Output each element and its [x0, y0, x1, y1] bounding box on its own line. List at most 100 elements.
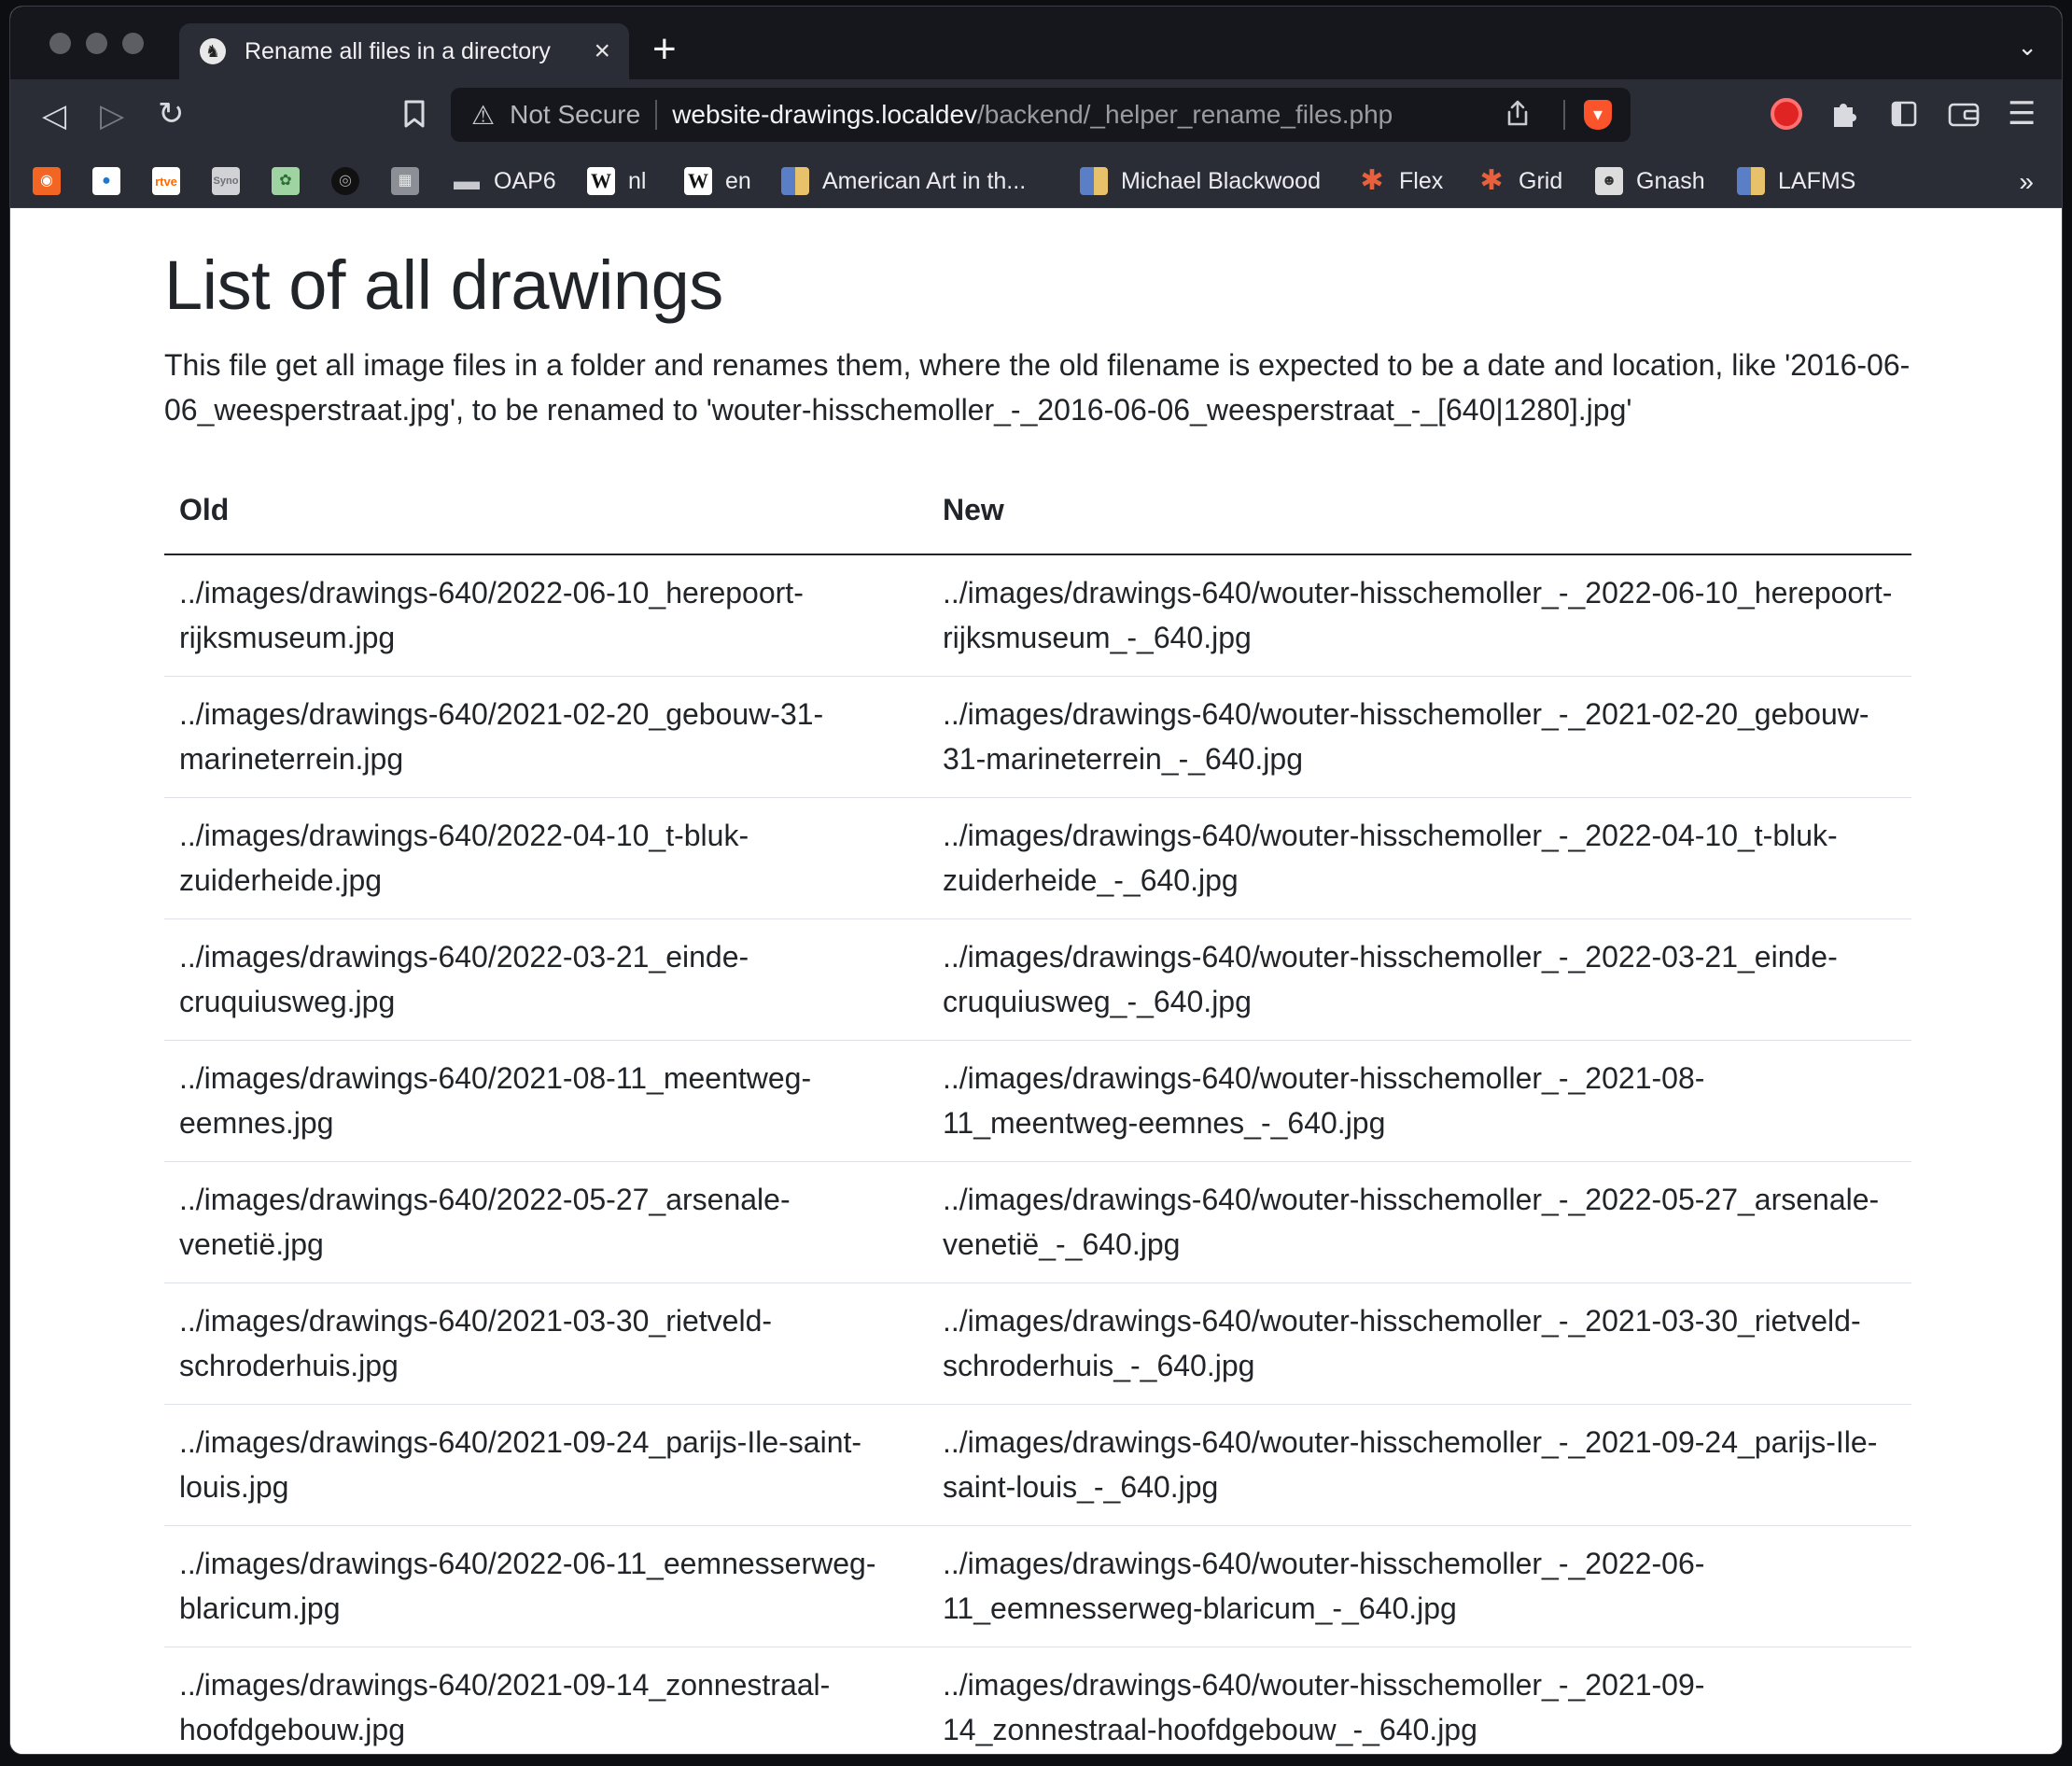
menu-button[interactable]: ☰	[2008, 98, 2036, 130]
not-secure-warning-icon: ⚠	[471, 100, 496, 130]
share-icon[interactable]	[1505, 99, 1530, 133]
bookmark-wikipedia-en[interactable]: W en	[684, 165, 751, 197]
bookmark-building[interactable]: ▦	[391, 165, 419, 197]
grid-favicon-icon	[1080, 167, 1108, 195]
page-content: List of all drawings This file get all i…	[10, 208, 2062, 1754]
record-icon[interactable]	[1771, 98, 1802, 130]
map-icon: ✿	[272, 167, 300, 195]
building-icon: ▦	[391, 167, 419, 195]
bookmark-wikipedia-nl[interactable]: W nl	[587, 165, 646, 197]
close-window-button[interactable]	[49, 33, 71, 54]
sidebar-toggle-icon[interactable]	[1890, 100, 1918, 133]
grid-favicon-icon	[1737, 167, 1765, 195]
bookmark-label: LAFMS	[1778, 167, 1856, 194]
bookmark-lafms[interactable]: LAFMS	[1737, 165, 1855, 197]
brave-shields-icon[interactable]: ▾	[1584, 100, 1612, 130]
security-label[interactable]: Not Secure	[510, 100, 640, 130]
bookmark-label: Grid	[1519, 167, 1563, 194]
new-filename-cell: ../images/drawings-640/wouter-hisschemol…	[928, 676, 1911, 798]
table-row: ../images/drawings-640/2022-06-11_eemnes…	[164, 1525, 1911, 1647]
asterisk-icon: ✱	[1479, 167, 1504, 195]
old-filename-cell: ../images/drawings-640/2021-03-30_rietve…	[164, 1282, 928, 1405]
old-filename-cell: ../images/drawings-640/2022-06-10_herepo…	[164, 554, 928, 677]
wallet-icon[interactable]	[1948, 100, 1980, 133]
column-header-old: Old	[164, 467, 928, 555]
tab-list-chevron-icon[interactable]: ⌄	[2017, 33, 2037, 62]
wallet-glyph	[1948, 103, 1980, 127]
bookmark-rtve[interactable]: rtve	[152, 165, 180, 197]
bookmark-synology[interactable]: Syno	[212, 165, 240, 197]
table-row: ../images/drawings-640/2021-08-11_meentw…	[164, 1040, 1911, 1162]
extensions-icon[interactable]	[1828, 98, 1858, 135]
vinyl-record-icon: ◎	[331, 167, 359, 195]
reload-button[interactable]: ↻	[158, 98, 185, 130]
tab-close-icon[interactable]: ×	[594, 37, 610, 65]
table-row: ../images/drawings-640/2021-09-14_zonnes…	[164, 1647, 1911, 1754]
bookmark-american-art[interactable]: American Art in th...	[781, 165, 1026, 197]
table-row: ../images/drawings-640/2021-03-30_rietve…	[164, 1282, 1911, 1405]
bookmark-grid[interactable]: ✱ Grid	[1477, 165, 1562, 197]
table-row: ../images/drawings-640/2022-04-10_t-bluk…	[164, 797, 1911, 919]
wikipedia-icon: W	[587, 167, 615, 195]
new-tab-button[interactable]: +	[652, 29, 677, 70]
rss-icon: ◉	[33, 167, 61, 195]
table-row: ../images/drawings-640/2022-03-21_einde-…	[164, 918, 1911, 1041]
bookmark-label: OAP6	[494, 167, 556, 194]
old-filename-cell: ../images/drawings-640/2021-02-20_gebouw…	[164, 676, 928, 798]
zoom-window-button[interactable]	[122, 33, 144, 54]
address-bar[interactable]: ⚠ Not Secure website-drawings.localdev/b…	[451, 88, 1631, 142]
bookmarks-overflow-button[interactable]: »	[2019, 167, 2034, 197]
bookmark-label: en	[725, 167, 751, 194]
bookmark-icon	[404, 100, 425, 128]
bookmark-map[interactable]: ✿	[272, 165, 300, 197]
puzzle-icon	[1834, 104, 1856, 127]
new-filename-cell: ../images/drawings-640/wouter-hisschemol…	[928, 1282, 1911, 1405]
browser-window: ♞ Rename all files in a directory × + ⌄ …	[9, 6, 2063, 1755]
column-header-new: New	[928, 467, 1911, 555]
table-row: ../images/drawings-640/2022-06-10_herepo…	[164, 554, 1911, 677]
bookmarks-bar: ◉ ● rtve Syno ✿ ◎ ▦ ▬ OAP6 W nl W en Ame…	[10, 154, 2062, 208]
bookmark-page-button[interactable]	[402, 100, 427, 133]
url-host: website-drawings.localdev	[672, 100, 978, 129]
new-filename-cell: ../images/drawings-640/wouter-hisschemol…	[928, 1404, 1911, 1526]
table-header-row: Old New	[164, 467, 1911, 555]
new-filename-cell: ../images/drawings-640/wouter-hisschemol…	[928, 1040, 1911, 1162]
bookmark-folder-oap6[interactable]: ▬ OAP6	[453, 165, 556, 197]
folder-icon: ▬	[454, 167, 480, 195]
elephant-favicon-icon: ♞	[200, 38, 226, 64]
new-filename-cell: ../images/drawings-640/wouter-hisschemol…	[928, 1525, 1911, 1647]
synology-icon: Syno	[212, 167, 240, 195]
bookmark-label: Gnash	[1636, 167, 1705, 194]
bookmark-record[interactable]: ◎	[331, 165, 359, 197]
minimize-window-button[interactable]	[86, 33, 107, 54]
rename-table: Old New ../images/drawings-640/2022-06-1…	[164, 467, 1911, 1754]
address-divider-2	[1563, 100, 1565, 130]
bookmark-label: Michael Blackwood	[1121, 167, 1321, 194]
grid-favicon-icon	[781, 167, 809, 195]
forward-button[interactable]: ▷	[100, 100, 124, 132]
bookmark-michael-blackwood[interactable]: Michael Blackwood	[1080, 165, 1321, 197]
new-filename-cell: ../images/drawings-640/wouter-hisschemol…	[928, 1647, 1911, 1754]
table-row: ../images/drawings-640/2021-02-20_gebouw…	[164, 676, 1911, 798]
window-controls	[49, 33, 144, 54]
old-filename-cell: ../images/drawings-640/2021-09-24_parijs…	[164, 1404, 928, 1526]
browser-toolbar: ◁ ▷ ↻ ⚠ Not Secure website-drawings.loca…	[10, 79, 2062, 154]
back-button[interactable]: ◁	[42, 100, 66, 132]
address-divider	[655, 100, 658, 130]
tab-strip: ♞ Rename all files in a directory × + ⌄	[10, 7, 2062, 79]
bookmark-camera[interactable]: ●	[92, 165, 120, 197]
sidebar-glyph	[1891, 101, 1917, 127]
asterisk-icon: ✱	[1360, 167, 1384, 195]
bookmark-flex[interactable]: ✱ Flex	[1358, 165, 1443, 197]
old-filename-cell: ../images/drawings-640/2022-05-27_arsena…	[164, 1161, 928, 1283]
bookmark-rss[interactable]: ◉	[33, 165, 61, 197]
tab-active[interactable]: ♞ Rename all files in a directory ×	[179, 23, 629, 79]
wikipedia-icon: W	[684, 167, 712, 195]
new-filename-cell: ../images/drawings-640/wouter-hisschemol…	[928, 918, 1911, 1041]
table-row: ../images/drawings-640/2022-05-27_arsena…	[164, 1161, 1911, 1283]
old-filename-cell: ../images/drawings-640/2022-03-21_einde-…	[164, 918, 928, 1041]
page-description: This file get all image files in a folde…	[164, 348, 1911, 427]
rtve-icon: rtve	[152, 167, 180, 195]
bookmark-gnash[interactable]: ☻ Gnash	[1595, 165, 1705, 197]
camera-icon: ●	[92, 167, 120, 195]
